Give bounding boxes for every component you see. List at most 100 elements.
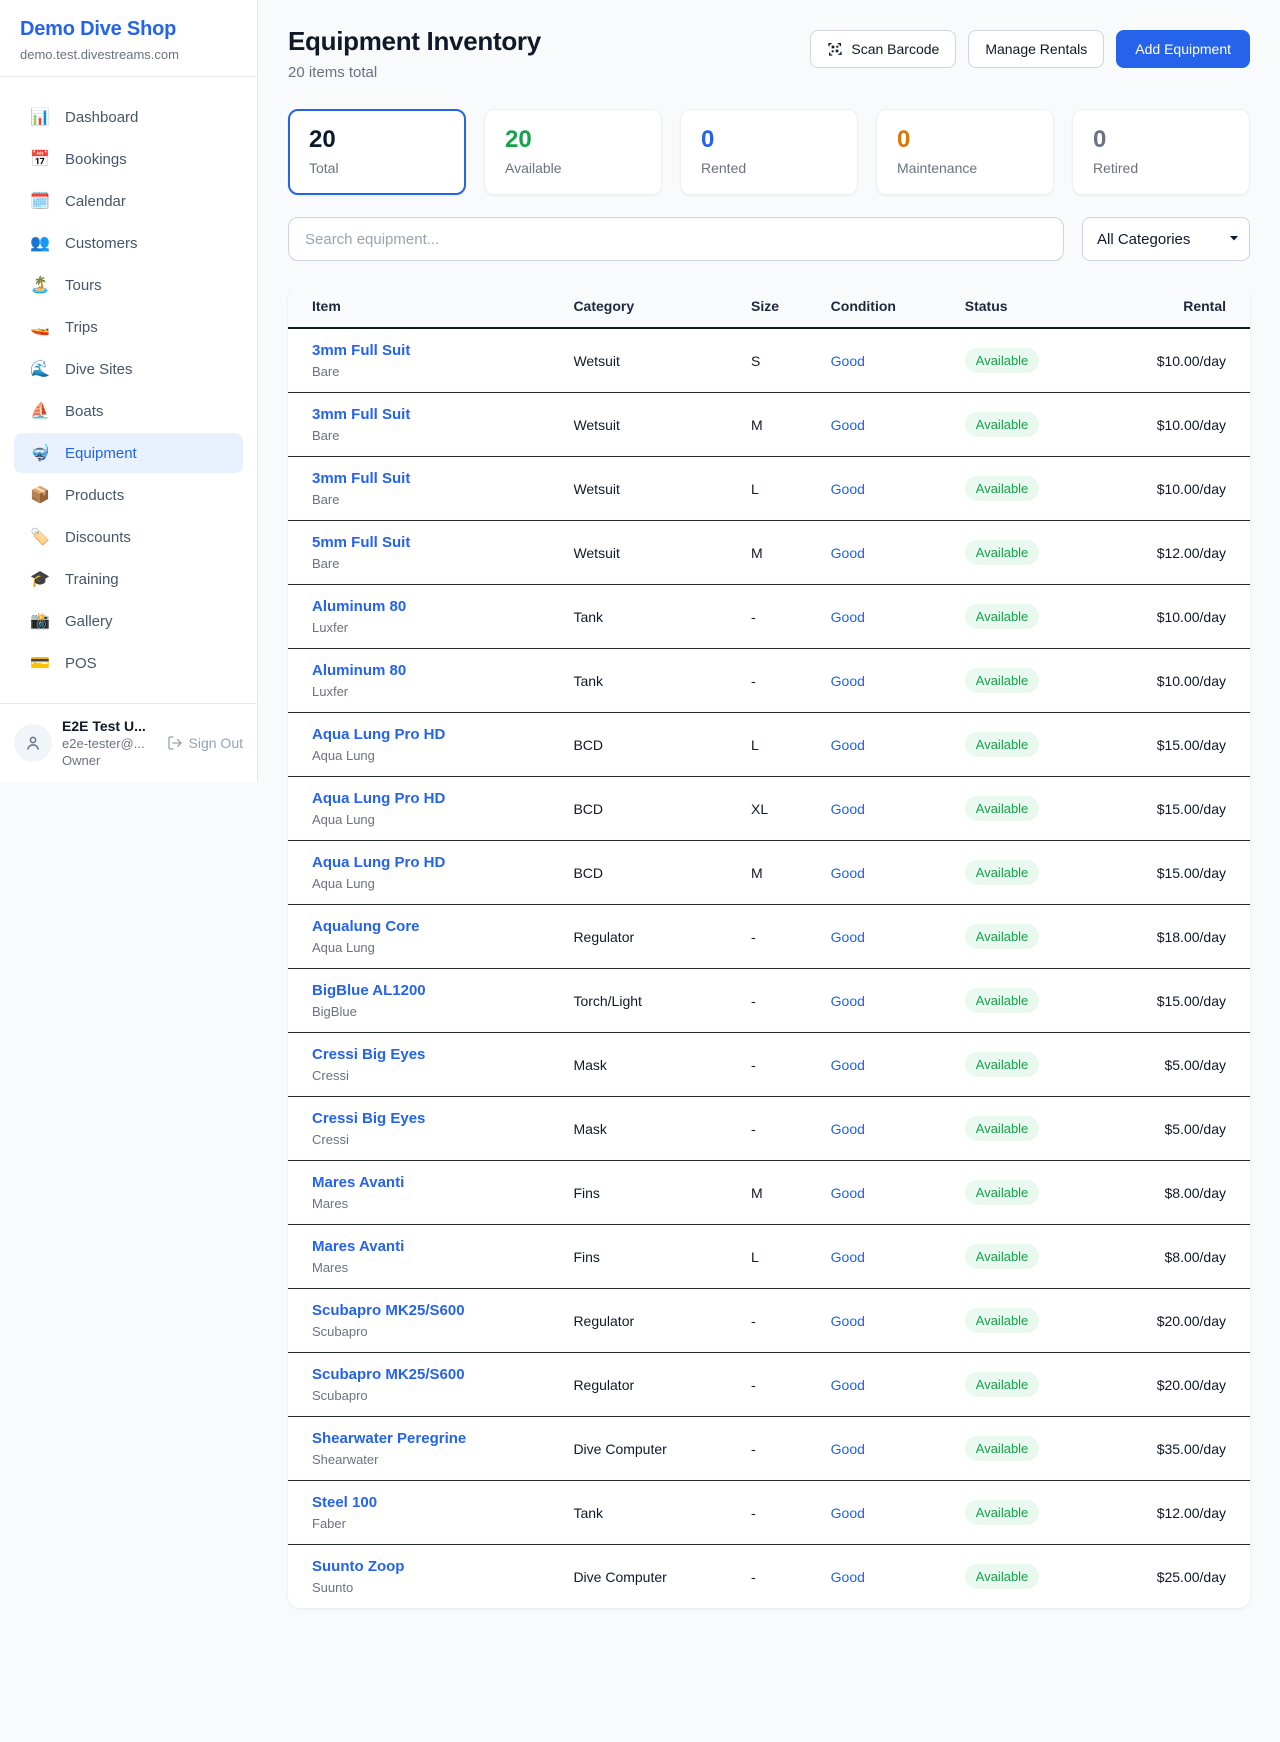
sidebar-item-pos[interactable]: 💳POS bbox=[14, 643, 243, 683]
rental-price: $10.00/day bbox=[1145, 393, 1250, 457]
item-name-link[interactable]: Cressi Big Eyes bbox=[312, 1046, 549, 1063]
sidebar-item-dashboard[interactable]: 📊Dashboard bbox=[14, 97, 243, 137]
item-name-link[interactable]: Scubapro MK25/S600 bbox=[312, 1302, 549, 1319]
condition-cell: Good bbox=[819, 585, 953, 649]
search-input[interactable] bbox=[288, 217, 1064, 261]
item-cell: Aqua Lung Pro HD Aqua Lung bbox=[288, 713, 561, 777]
condition-link[interactable]: Good bbox=[831, 737, 865, 753]
item-cell: 3mm Full SuitBare bbox=[288, 328, 561, 393]
item-name-link[interactable]: Suunto Zoop bbox=[312, 1558, 549, 1575]
rental-price: $8.00/day bbox=[1145, 1161, 1250, 1225]
stat-card-total[interactable]: 20Total bbox=[288, 109, 466, 195]
sidebar-item-tours[interactable]: 🏝️Tours bbox=[14, 265, 243, 305]
condition-link[interactable]: Good bbox=[831, 1185, 865, 1201]
condition-link[interactable]: Good bbox=[831, 545, 865, 561]
item-name-link[interactable]: 3mm Full Suit bbox=[312, 406, 549, 423]
status-badge: Available bbox=[965, 1436, 1040, 1461]
condition-link[interactable]: Good bbox=[831, 1569, 865, 1585]
stat-card-available[interactable]: 20Available bbox=[484, 109, 662, 195]
item-brand: Aqua Lung bbox=[312, 748, 549, 763]
rental-price: $10.00/day bbox=[1145, 649, 1250, 713]
status-badge: Available bbox=[965, 1564, 1040, 1589]
condition-link[interactable]: Good bbox=[831, 481, 865, 497]
category-cell: Fins bbox=[561, 1225, 739, 1289]
sidebar-item-bookings[interactable]: 📅Bookings bbox=[14, 139, 243, 179]
condition-link[interactable]: Good bbox=[831, 865, 865, 881]
stat-card-maintenance[interactable]: 0Maintenance bbox=[876, 109, 1054, 195]
item-name-link[interactable]: Aqua Lung Pro HD bbox=[312, 854, 549, 871]
condition-link[interactable]: Good bbox=[831, 1057, 865, 1073]
sidebar-item-customers[interactable]: 👥Customers bbox=[14, 223, 243, 263]
sidebar-item-boats[interactable]: ⛵Boats bbox=[14, 391, 243, 431]
item-cell: Aluminum 80Luxfer bbox=[288, 585, 561, 649]
table-row: Shearwater PeregrineShearwaterDive Compu… bbox=[288, 1417, 1250, 1481]
item-name-link[interactable]: BigBlue AL1200 bbox=[312, 982, 549, 999]
stat-label: Maintenance bbox=[897, 160, 1033, 176]
item-name-link[interactable]: Steel 100 bbox=[312, 1494, 549, 1511]
condition-link[interactable]: Good bbox=[831, 1249, 865, 1265]
brand-domain: demo.test.divestreams.com bbox=[20, 47, 237, 62]
condition-link[interactable]: Good bbox=[831, 353, 865, 369]
sidebar-item-products[interactable]: 📦Products bbox=[14, 475, 243, 515]
scan-barcode-button[interactable]: Scan Barcode bbox=[810, 30, 956, 68]
condition-link[interactable]: Good bbox=[831, 417, 865, 433]
item-name-link[interactable]: Mares Avanti bbox=[312, 1238, 549, 1255]
sidebar-item-gallery[interactable]: 📸Gallery bbox=[14, 601, 243, 641]
category-cell: Wetsuit bbox=[561, 457, 739, 521]
column-header-size: Size bbox=[739, 285, 819, 328]
item-name-link[interactable]: Scubapro MK25/S600 bbox=[312, 1366, 549, 1383]
item-name-link[interactable]: Aqua Lung Pro HD bbox=[312, 726, 549, 743]
stat-card-rented[interactable]: 0Rented bbox=[680, 109, 858, 195]
item-name-link[interactable]: Aluminum 80 bbox=[312, 662, 549, 679]
table-row: Aqua Lung Pro HDAqua LungBCDXLGoodAvaila… bbox=[288, 777, 1250, 841]
status-badge: Available bbox=[965, 1116, 1040, 1141]
sign-out-button[interactable]: Sign Out bbox=[167, 735, 243, 751]
column-header-category: Category bbox=[561, 285, 739, 328]
item-name-link[interactable]: Mares Avanti bbox=[312, 1174, 549, 1191]
condition-link[interactable]: Good bbox=[831, 929, 865, 945]
stat-card-retired[interactable]: 0Retired bbox=[1072, 109, 1250, 195]
item-name-link[interactable]: Cressi Big Eyes bbox=[312, 1110, 549, 1127]
item-name-link[interactable]: Shearwater Peregrine bbox=[312, 1430, 549, 1447]
sidebar-item-calendar[interactable]: 🗓️Calendar bbox=[14, 181, 243, 221]
size-cell: - bbox=[739, 969, 819, 1033]
manage-rentals-button[interactable]: Manage Rentals bbox=[968, 30, 1104, 68]
condition-cell: Good bbox=[819, 1289, 953, 1353]
category-cell: Mask bbox=[561, 1097, 739, 1161]
item-name-link[interactable]: 5mm Full Suit bbox=[312, 534, 549, 551]
item-name-link[interactable]: 3mm Full Suit bbox=[312, 342, 549, 359]
brand-name[interactable]: Demo Dive Shop bbox=[20, 18, 237, 41]
sidebar-item-dive-sites[interactable]: 🌊Dive Sites bbox=[14, 349, 243, 389]
status-badge: Available bbox=[965, 1052, 1040, 1077]
condition-link[interactable]: Good bbox=[831, 609, 865, 625]
condition-link[interactable]: Good bbox=[831, 1505, 865, 1521]
item-name-link[interactable]: Aqua Lung Pro HD bbox=[312, 790, 549, 807]
sidebar-item-training[interactable]: 🎓Training bbox=[14, 559, 243, 599]
sidebar-item-equipment[interactable]: 🤿Equipment bbox=[14, 433, 243, 473]
item-brand: Suunto bbox=[312, 1580, 549, 1595]
item-name-link[interactable]: 3mm Full Suit bbox=[312, 470, 549, 487]
sidebar-item-trips[interactable]: 🚤Trips bbox=[14, 307, 243, 347]
status-cell: Available bbox=[953, 905, 1145, 969]
condition-link[interactable]: Good bbox=[831, 1313, 865, 1329]
item-cell: Cressi Big EyesCressi bbox=[288, 1033, 561, 1097]
sidebar-item-label: Gallery bbox=[65, 613, 113, 630]
condition-link[interactable]: Good bbox=[831, 801, 865, 817]
condition-link[interactable]: Good bbox=[831, 993, 865, 1009]
status-badge: Available bbox=[965, 476, 1040, 501]
category-select[interactable]: All Categories bbox=[1082, 217, 1250, 261]
condition-cell: Good bbox=[819, 521, 953, 585]
item-name-link[interactable]: Aqualung Core bbox=[312, 918, 549, 935]
condition-link[interactable]: Good bbox=[831, 1441, 865, 1457]
item-brand: Bare bbox=[312, 556, 549, 571]
condition-link[interactable]: Good bbox=[831, 1377, 865, 1393]
add-equipment-button[interactable]: Add Equipment bbox=[1116, 30, 1250, 68]
item-name-link[interactable]: Aluminum 80 bbox=[312, 598, 549, 615]
condition-link[interactable]: Good bbox=[831, 673, 865, 689]
category-cell: Mask bbox=[561, 1033, 739, 1097]
user-meta: E2E Test U... e2e-tester@... Owner bbox=[62, 718, 157, 768]
item-brand: Bare bbox=[312, 428, 549, 443]
item-cell: Scubapro MK25/S600Scubapro bbox=[288, 1353, 561, 1417]
sidebar-item-discounts[interactable]: 🏷️Discounts bbox=[14, 517, 243, 557]
condition-link[interactable]: Good bbox=[831, 1121, 865, 1137]
